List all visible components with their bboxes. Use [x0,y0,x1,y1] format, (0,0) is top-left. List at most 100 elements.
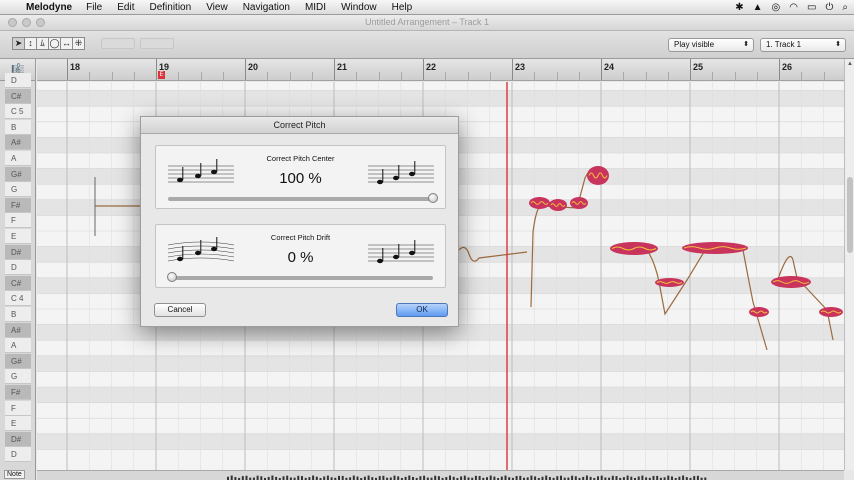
menu-bar: Melodyne File Edit Definition View Navig… [0,0,854,15]
note-label[interactable]: D [5,260,31,276]
drive-icon[interactable]: ▲ [753,2,763,13]
track-value: 1. Track 1 [766,40,802,49]
toolbar: ➤ ↕ ﾑ ◯ ↔ ⁜ Play visible ⬍ 1. Track 1 ⬍ [0,31,854,59]
note-label[interactable]: F [5,213,31,229]
overview-waveform-bar [611,475,614,480]
note-label[interactable]: D# [5,244,31,260]
ok-button[interactable]: OK [396,303,448,317]
overview-waveform-bar [571,475,574,480]
power-icon[interactable]: ⏻ [825,2,833,13]
note-label[interactable]: D [5,73,31,88]
note-label[interactable]: E [5,229,31,244]
note-label[interactable]: E [5,416,31,432]
menu-navigation[interactable]: Navigation [243,2,290,13]
note-label[interactable]: F# [5,385,31,400]
note-label[interactable]: F# [5,197,31,213]
display-icon[interactable]: ▭ [807,2,816,13]
pitch-center-slider-knob[interactable] [428,193,438,203]
overview-waveform-bar [356,476,359,480]
menu-edit[interactable]: Edit [117,2,134,13]
pitch-ruler: 🎼 D C# C 5 B A# A G# G F# F E D# D C# C 4 B A# A G# G F# F E D#… [0,59,36,480]
bar-number: 18 [70,62,81,72]
grid-row [37,418,844,434]
overview-waveform-bar [504,475,507,480]
sync-icon[interactable]: ◎ [772,2,781,13]
macro-button-1[interactable] [101,38,135,49]
menu-definition[interactable]: Definition [149,2,191,13]
overview-waveform-bar [449,475,451,480]
overview-waveform-bar [493,476,496,480]
menu-help[interactable]: Help [392,2,413,13]
overview-waveform-bar [641,475,644,480]
bar-tick [67,59,68,80]
overview-waveform-bar [474,475,477,480]
note-label[interactable]: D [5,447,31,463]
overview-waveform-bar [341,475,344,480]
note-label[interactable]: A# [5,322,31,338]
note-label[interactable]: G [5,369,31,385]
beat-tick [356,72,358,80]
note-label[interactable]: B [5,307,31,322]
bar-tick [690,59,691,80]
overview-waveform-bar [597,476,599,480]
cancel-button[interactable]: Cancel [154,303,206,317]
menu-window[interactable]: Window [341,2,377,13]
note-label[interactable]: F [5,400,31,416]
vertical-scroll-thumb[interactable] [847,177,853,253]
separation-tool-icon[interactable]: ⁜ [72,37,85,50]
menu-midi[interactable]: MIDI [305,2,326,13]
ruler-marker[interactable]: E [158,71,165,79]
overview-waveform-bar [434,475,437,480]
scroll-up-icon[interactable]: ▲ [846,61,854,69]
note-label[interactable]: C 5 [5,104,31,120]
overview-waveform-bar [460,476,463,480]
note-label[interactable]: A# [5,135,31,151]
grid-row [37,402,844,419]
note-label[interactable]: C# [5,275,31,291]
overview-waveform-bar [585,475,588,480]
beat-tick [801,72,803,80]
overview-waveform-bar [423,475,426,480]
pitch-drift-slider-knob[interactable] [167,272,177,282]
beat-tick [489,72,491,80]
note-label[interactable]: C 4 [5,291,31,307]
play-mode-select[interactable]: Play visible ⬍ [668,38,754,52]
bar-number: 25 [693,62,704,72]
menu-file[interactable]: File [86,2,102,13]
beat-tick [712,72,714,80]
bar-number: 24 [604,62,615,72]
beat-tick [534,72,536,80]
overview-waveform-bar [352,475,355,480]
menu-app-name[interactable]: Melodyne [26,2,72,13]
search-icon[interactable]: ⌕ [842,2,848,13]
note-label[interactable]: A [5,151,31,166]
note-mode-select[interactable]: Note [4,470,25,479]
overview-waveform-bar [626,475,629,480]
overview-waveform-bar [656,475,659,480]
time-ruler[interactable]: 18 19 20 21 22 23 24 25 26 E [37,59,844,81]
overview-waveform-bar [682,475,685,480]
note-label[interactable]: G# [5,353,31,369]
note-label[interactable]: G [5,182,31,198]
overview-strip[interactable] [37,470,844,480]
pitch-drift-slider[interactable] [168,276,433,280]
menu-view[interactable]: View [206,2,228,13]
beat-tick [823,72,825,80]
gear-icon[interactable]: ✱ [735,2,743,13]
beat-tick [111,72,113,80]
note-label[interactable]: B [5,119,31,135]
note-label[interactable]: A [5,338,31,354]
note-label[interactable]: G# [5,166,31,182]
overview-waveform-bar [500,476,503,480]
overview-waveform-bar [534,476,537,480]
note-label[interactable]: D# [5,431,31,447]
bar-number: 22 [426,62,437,72]
bar-tick [423,59,424,80]
vertical-scrollbar[interactable]: ▲ [844,59,854,470]
pitch-center-slider[interactable] [168,197,433,201]
macro-button-2[interactable] [140,38,174,49]
wifi-icon[interactable]: ◠ [789,2,798,13]
track-select[interactable]: 1. Track 1 ⬍ [760,38,846,52]
beat-tick [89,72,91,80]
note-label[interactable]: C# [5,88,31,104]
